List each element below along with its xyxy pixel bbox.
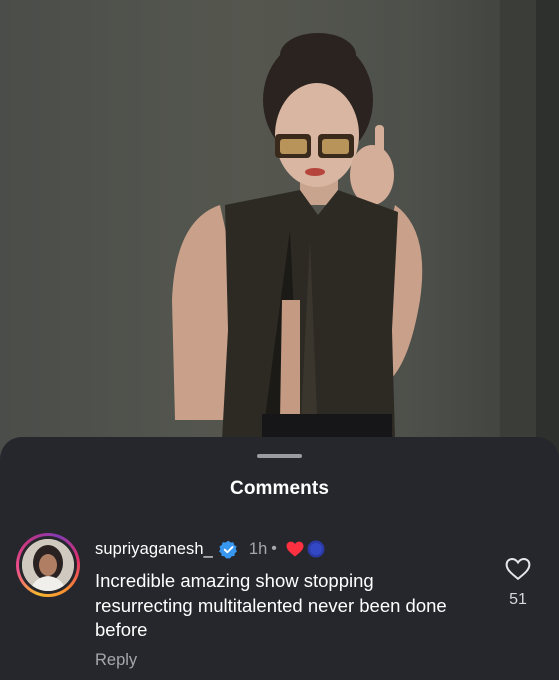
- comments-sheet: Comments supriyaganesh_ 1h • Incredible …: [0, 437, 559, 680]
- creator-liked-icons: [286, 540, 325, 558]
- like-count: 51: [509, 591, 527, 608]
- reply-button[interactable]: Reply: [95, 651, 137, 670]
- comment-timestamp: 1h: [248, 539, 268, 558]
- heart-outline-icon[interactable]: [505, 557, 531, 581]
- red-heart-icon: [286, 541, 304, 557]
- blue-circle-icon: [307, 540, 325, 558]
- comment-username[interactable]: supriyaganesh_: [95, 540, 213, 559]
- avatar-photo: [22, 539, 74, 591]
- comment-header: supriyaganesh_ 1h •: [95, 538, 325, 560]
- separator-dot: •: [271, 540, 277, 557]
- avatar[interactable]: [16, 533, 80, 597]
- comment-text: Incredible amazing show stopping resurre…: [95, 570, 447, 640]
- post-photo: [0, 0, 559, 460]
- drag-handle[interactable]: [257, 454, 302, 458]
- verified-badge-icon: [219, 540, 237, 558]
- sheet-title: Comments: [230, 478, 329, 499]
